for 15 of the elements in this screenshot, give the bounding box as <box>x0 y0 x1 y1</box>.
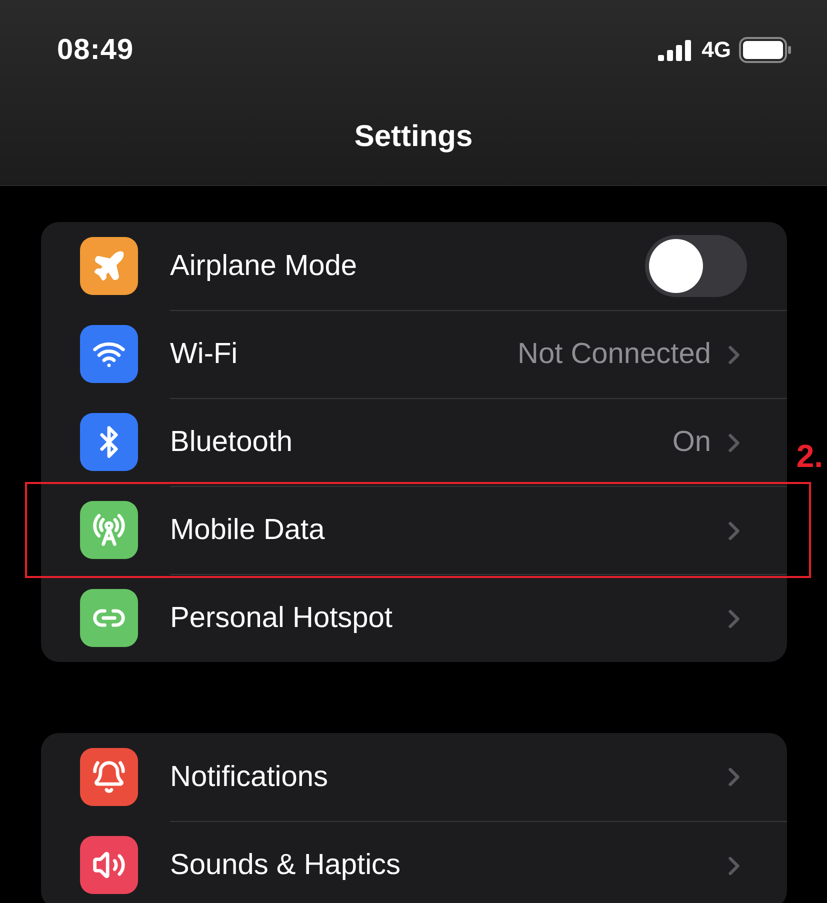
page-title: Settings <box>354 120 473 154</box>
row-value: On <box>672 426 711 459</box>
step-number: 2. <box>796 438 823 475</box>
signal-icon <box>658 39 694 61</box>
row-label: Airplane Mode <box>170 250 358 282</box>
row-label: Sounds & Haptics <box>170 849 402 882</box>
status-time: 08:49 <box>57 34 134 66</box>
row-label: Personal Hotspot <box>170 602 394 635</box>
row-label: Bluetooth <box>170 426 294 459</box>
row-label: Notifications <box>170 760 329 794</box>
battery-icon <box>739 37 793 63</box>
row-label: Wi-Fi <box>170 338 239 371</box>
row-value: Not Connected <box>518 338 711 371</box>
network-label: 4G <box>702 37 731 63</box>
row-label: Mobile Data <box>170 514 326 547</box>
